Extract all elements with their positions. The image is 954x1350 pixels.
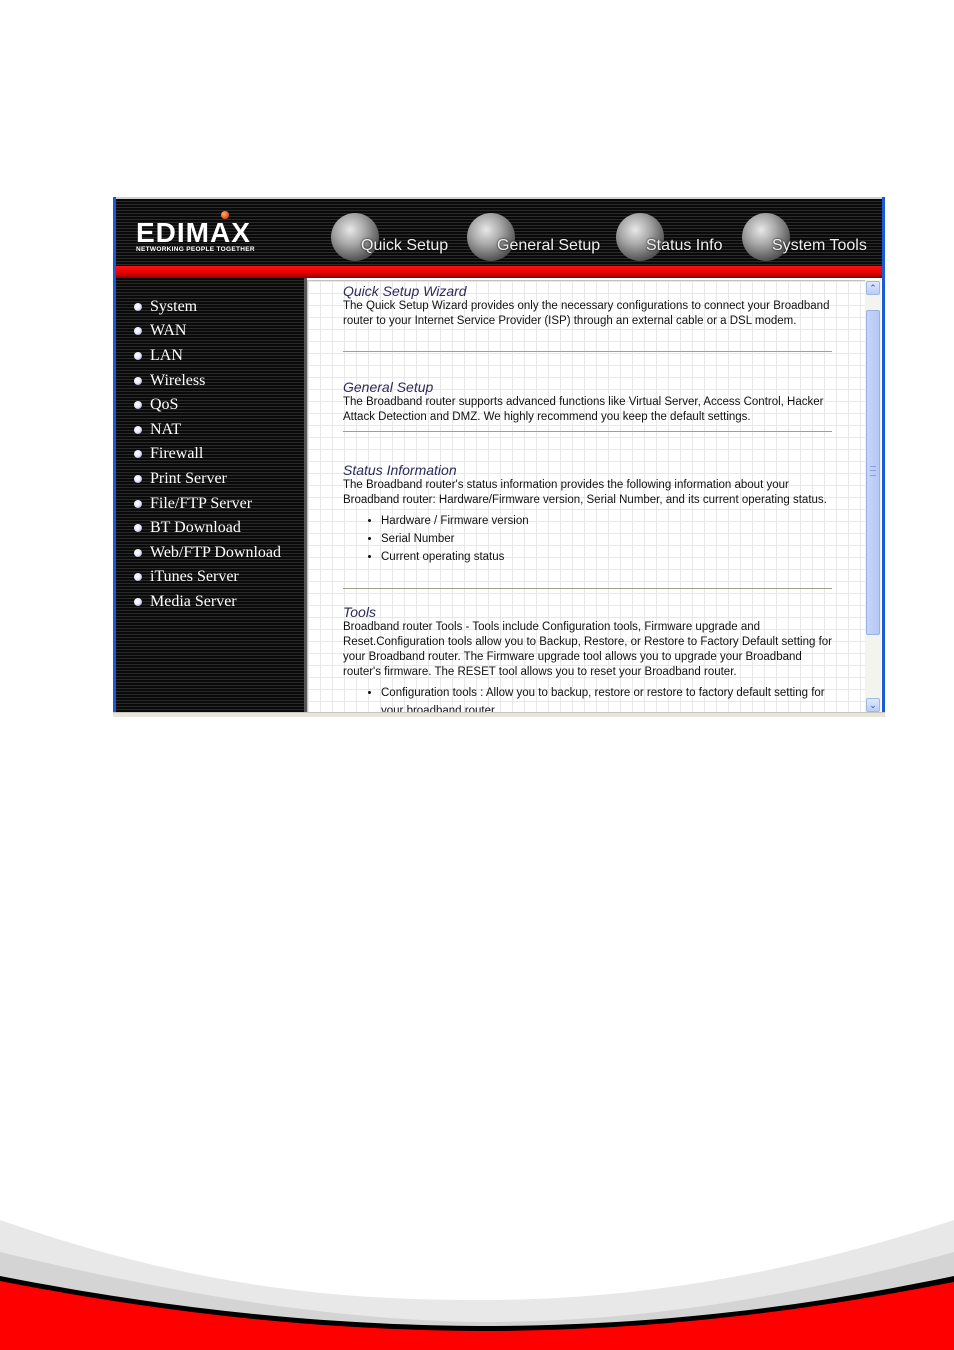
bullet-icon [134, 500, 142, 508]
grip-icon [870, 466, 876, 476]
sidebar-item-label: BT Download [150, 519, 241, 536]
nav-general-setup[interactable]: General Setup [467, 209, 617, 261]
sidebar-item-label: NAT [150, 421, 182, 438]
sidebar-item-label: Print Server [150, 470, 227, 487]
sidebar-item-media-server[interactable]: Media Server [134, 591, 237, 613]
sidebar-item-label: LAN [150, 347, 183, 364]
section-status-information: Status Information The Broadband router'… [343, 462, 833, 566]
section-text: The Broadband router supports advanced f… [343, 396, 824, 423]
list-item: Configuration tools : Allow you to backu… [381, 684, 833, 714]
bullet-icon [134, 573, 142, 581]
sidebar-item-nat[interactable]: NAT [134, 419, 181, 441]
section-quick-setup-wizard: Quick Setup Wizard The Quick Setup Wizar… [343, 283, 833, 329]
content-scrollbar[interactable]: ⌃ ⌄ [865, 280, 881, 713]
scroll-thumb[interactable] [866, 310, 880, 635]
section-title: General Setup [343, 379, 434, 395]
section-text: The Broadband router's status informatio… [343, 479, 827, 506]
sidebar-item-label: QoS [150, 396, 179, 413]
nav-system-tools[interactable]: System Tools [742, 209, 882, 261]
sidebar-item-itunes-server[interactable]: iTunes Server [134, 566, 239, 588]
bullet-icon [134, 549, 142, 557]
sidebar-item-label: iTunes Server [150, 568, 239, 585]
window-bottom-border [113, 712, 885, 717]
section-title: Quick Setup Wizard [343, 283, 467, 299]
sidebar-item-label: Media Server [150, 593, 237, 610]
status-info-list: Hardware / Firmware version Serial Numbe… [343, 512, 833, 566]
nav-label: Status Info [646, 237, 723, 254]
tools-list: Configuration tools : Allow you to backu… [343, 684, 833, 714]
edimax-logo[interactable]: EDIMAX NETWORKING PEOPLE TOGETHER [136, 211, 286, 256]
router-admin-window: EDIMAX NETWORKING PEOPLE TOGETHER Quick … [113, 197, 885, 717]
sidebar-item-web-ftp-download[interactable]: Web/FTP Download [134, 542, 281, 564]
bullet-icon [134, 598, 142, 606]
sidebar-item-lan[interactable]: LAN [134, 345, 183, 367]
sidebar-item-file-ftp-server[interactable]: File/FTP Server [134, 493, 252, 515]
header-banner: EDIMAX NETWORKING PEOPLE TOGETHER Quick … [116, 199, 882, 266]
section-tools: Tools Broadband router Tools - Tools inc… [343, 604, 833, 714]
nav-quick-setup[interactable]: Quick Setup [331, 209, 466, 261]
section-title: Tools [343, 604, 376, 620]
nav-label: Quick Setup [361, 237, 449, 254]
logo-wordmark: EDIMAX [136, 217, 251, 248]
bullet-icon [134, 450, 142, 458]
nav-label: System Tools [772, 237, 867, 254]
sidebar-item-wan[interactable]: WAN [134, 320, 186, 342]
section-title: Status Information [343, 462, 457, 478]
sidebar-item-label: Web/FTP Download [150, 544, 281, 561]
window-right-border [882, 197, 885, 717]
sidebar-item-label: Wireless [150, 372, 206, 389]
content-panel: Quick Setup Wizard The Quick Setup Wizar… [307, 280, 866, 714]
sidebar-item-label: System [150, 298, 198, 315]
section-text: The Quick Setup Wizard provides only the… [343, 300, 830, 327]
sidebar-item-bt-download[interactable]: BT Download [134, 517, 241, 539]
nav-label: General Setup [497, 237, 601, 254]
bullet-icon [134, 377, 142, 385]
sidebar-item-firewall[interactable]: Firewall [134, 443, 203, 465]
section-divider [343, 431, 832, 432]
section-divider [343, 351, 832, 352]
list-item: Current operating status [381, 548, 833, 566]
bullet-icon [134, 401, 142, 409]
sidebar-item-system[interactable]: System [134, 296, 197, 318]
sidebar-item-label: File/FTP Server [150, 495, 253, 512]
sidebar-menu: System WAN LAN Wireless QoS NAT Firewall [116, 278, 307, 713]
section-general-setup: General Setup The Broadband router suppo… [343, 379, 833, 425]
bullet-icon [134, 303, 142, 311]
section-text: Broadband router Tools - Tools include C… [343, 621, 832, 678]
scroll-up-button[interactable]: ⌃ [866, 281, 880, 295]
bullet-icon [134, 352, 142, 360]
logo-tagline: NETWORKING PEOPLE TOGETHER [136, 246, 255, 253]
sidebar-item-label: Firewall [150, 445, 204, 462]
sidebar-item-wireless[interactable]: Wireless [134, 370, 205, 392]
sidebar-item-print-server[interactable]: Print Server [134, 468, 227, 490]
nav-status-info[interactable]: Status Info [616, 209, 736, 261]
header-red-bar [116, 266, 882, 278]
bullet-icon [134, 475, 142, 483]
footer-wave-decoration [0, 1220, 954, 1350]
bullet-icon [134, 524, 142, 532]
sidebar-item-qos[interactable]: QoS [134, 394, 178, 416]
bullet-icon [134, 327, 142, 335]
list-item: Hardware / Firmware version [381, 512, 833, 530]
section-divider [343, 588, 832, 589]
bullet-icon [134, 426, 142, 434]
list-item: Serial Number [381, 530, 833, 548]
sidebar-item-label: WAN [150, 322, 187, 339]
scroll-down-button[interactable]: ⌄ [866, 698, 880, 712]
